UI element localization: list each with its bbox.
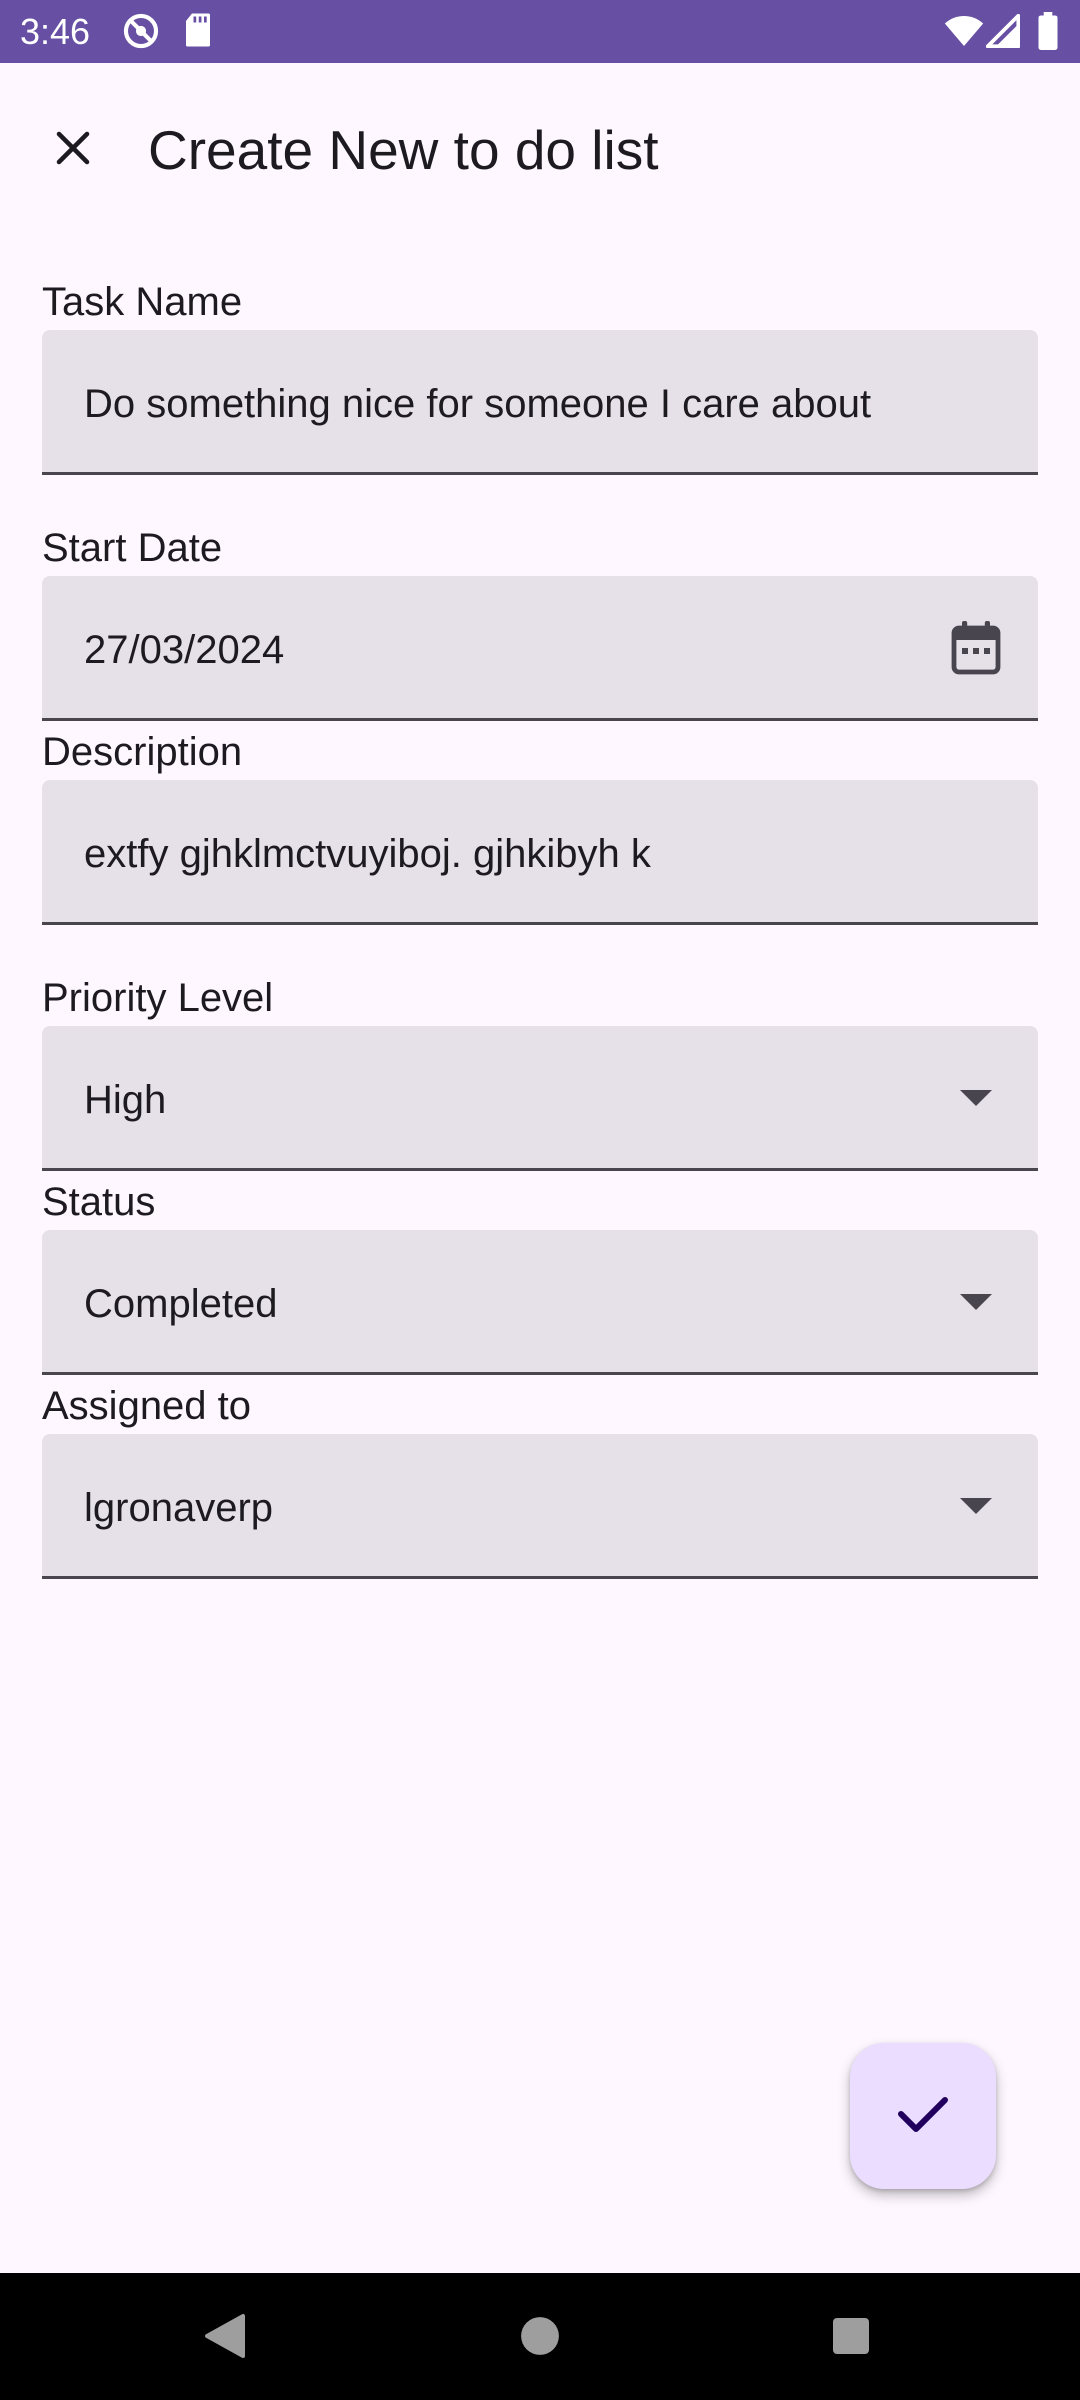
battery-icon	[1037, 12, 1059, 55]
status-time: 3:46	[20, 11, 91, 52]
page-title: Create New to do list	[148, 119, 659, 181]
signal-icon	[985, 13, 1021, 53]
recents-button[interactable]	[806, 2293, 896, 2383]
description-field[interactable]: extfy gjhklmctvuyiboj. gjhkibyh k	[42, 780, 1038, 925]
dropdown-arrow-icon	[944, 1474, 1008, 1538]
home-button[interactable]	[495, 2293, 585, 2383]
recents-icon	[831, 2316, 871, 2361]
calendar-icon[interactable]	[944, 616, 1008, 680]
priority-level-dropdown[interactable]: High	[42, 1026, 1038, 1171]
close-icon	[52, 127, 94, 174]
description-value: extfy gjhklmctvuyiboj. gjhkibyh k	[84, 832, 651, 876]
dropdown-arrow-icon	[944, 1270, 1008, 1334]
sd-card-icon	[184, 12, 212, 53]
back-icon	[203, 2312, 247, 2365]
save-fab-button[interactable]	[850, 2043, 996, 2189]
assigned-to-label: Assigned to	[42, 1384, 252, 1428]
priority-level-label: Priority Level	[42, 976, 274, 1020]
assigned-to-value: lgronaverp	[84, 1486, 274, 1530]
home-icon	[519, 2315, 561, 2362]
priority-level-value: High	[84, 1078, 167, 1122]
status-dropdown[interactable]: Completed	[42, 1230, 1038, 1375]
top-app-bar: Create New to do list	[0, 63, 1080, 233]
task-name-field[interactable]: Do something nice for someone I care abo…	[42, 330, 1038, 475]
task-name-value: Do something nice for someone I care abo…	[84, 382, 872, 426]
assigned-to-dropdown[interactable]: lgronaverp	[42, 1434, 1038, 1579]
do-not-disturb-icon	[122, 12, 160, 55]
description-label: Description	[42, 730, 243, 774]
start-date-label: Start Date	[42, 526, 223, 570]
wifi-icon	[944, 14, 984, 53]
dropdown-arrow-icon	[944, 1066, 1008, 1130]
back-button[interactable]	[180, 2293, 270, 2383]
task-name-label: Task Name	[42, 280, 243, 324]
status-bar: 3:46	[0, 0, 1080, 63]
start-date-field[interactable]: 27/03/2024	[42, 576, 1038, 721]
system-navigation-bar	[0, 2273, 1080, 2400]
check-icon	[897, 2094, 949, 2139]
start-date-value: 27/03/2024	[84, 628, 285, 672]
close-button[interactable]	[36, 113, 110, 187]
status-label: Status	[42, 1180, 156, 1224]
status-value: Completed	[84, 1282, 278, 1326]
